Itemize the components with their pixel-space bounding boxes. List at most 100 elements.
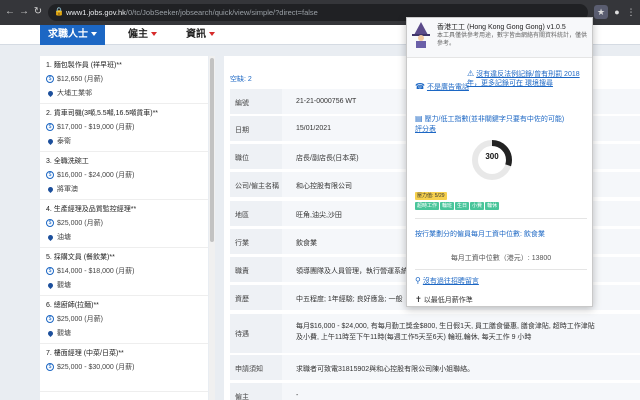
- salary-icon: $: [46, 267, 54, 276]
- detail-key: 職責: [230, 257, 282, 282]
- search-icon: ⚲: [415, 276, 421, 285]
- tag-chip: 小費: [470, 202, 485, 210]
- job-item[interactable]: 1. 麵包製作員 (祥早班)** $ $12,650 (月薪) 大埔工業邨: [40, 56, 208, 104]
- job-list-scrollbar[interactable]: [209, 56, 215, 400]
- caret-icon: [209, 32, 215, 37]
- salary-icon: $: [46, 75, 54, 84]
- detail-key: 職位: [230, 144, 282, 169]
- job-title[interactable]: 4. 生產經理及品質監控經理**: [46, 204, 202, 214]
- location-pin-icon: [46, 329, 55, 337]
- nav-label: 僱主: [128, 29, 148, 40]
- salary-icon: $: [46, 363, 54, 372]
- popup-header: 香港工工 (Hong Kong Gong Gong) v1.0.5 本工具僅供參…: [407, 18, 592, 58]
- menu-icon[interactable]: ⋮: [624, 5, 638, 19]
- nav-employers[interactable]: 僱主: [128, 25, 157, 45]
- tag-chip: 輪班: [440, 202, 455, 210]
- median-wage: 每月工資中位數（港元）: 13800: [450, 255, 552, 262]
- detail-key: 資歷: [230, 285, 282, 310]
- detail-value: 每月$16,000 - $24,000, 有每月勤工獎金$800, 生日假1天,…: [296, 323, 595, 341]
- popup-description: 本工具僅供參考用途，數字皆由網絡有關資料統計，僅供參考。: [437, 33, 588, 47]
- detail-key: 公司/僱主名稱: [230, 172, 282, 197]
- detail-value: 求職者可致電31815902與和心控股有限公司陳小姐聯絡。: [296, 366, 475, 373]
- job-salary: $25,000 (月薪): [57, 316, 103, 323]
- scrollbar-thumb[interactable]: [210, 58, 214, 242]
- nav-label: 資訊: [186, 29, 206, 40]
- reload-icon[interactable]: ↻: [32, 6, 44, 18]
- job-item[interactable]: 5. 採購文員 (餐飲業)** $ $14,000 - $18,000 (月薪) …: [40, 248, 208, 296]
- popup-title: 香港工工 (Hong Kong Gong Gong) v1.0.5: [437, 24, 566, 31]
- job-location: 大埔工業邨: [57, 90, 92, 97]
- caret-icon: [151, 32, 157, 37]
- salary-icon: $: [46, 315, 54, 324]
- extension-popup: 香港工工 (Hong Kong Gong Gong) v1.0.5 本工具僅供參…: [406, 17, 593, 307]
- detail-row: 申請須知 求職者可致電31815902與和心控股有限公司陳小姐聯絡。: [230, 355, 640, 381]
- job-title[interactable]: 7. 樓面經理 (中菜/日菜)**: [46, 348, 202, 358]
- job-item[interactable]: 3. 全職洗碗工 $ $16,000 - $24,000 (月薪) 將軍澳: [40, 152, 208, 200]
- no-history-text: 沒有過往招聘留言: [422, 278, 479, 285]
- salary-icon: $: [46, 171, 54, 180]
- tag-chip: 生日: [455, 202, 470, 210]
- job-location: 將軍澳: [57, 186, 78, 193]
- wizard-logo-icon: [412, 22, 430, 48]
- job-item[interactable]: 4. 生產經理及品質監控經理** $ $25,000 (月薪) 油塘: [40, 200, 208, 248]
- salary-icon: $: [46, 219, 54, 228]
- extension-icon[interactable]: ★: [594, 5, 608, 19]
- chart-icon: ▤: [415, 114, 423, 123]
- job-title[interactable]: 2. 貨車司機(3噸,5.5噸,16.5噸貨車)**: [46, 108, 202, 118]
- job-item[interactable]: 6. 總廚師(拉麵)** $ $25,000 (月薪) 觀塘: [40, 296, 208, 344]
- back-icon[interactable]: ←: [4, 6, 16, 18]
- detail-value: -: [296, 392, 299, 399]
- job-salary: $16,000 - $24,000 (月薪): [57, 172, 135, 179]
- job-salary: $25,000 (月薪): [57, 220, 103, 227]
- divider: [415, 218, 587, 219]
- job-title[interactable]: 3. 全職洗碗工: [46, 156, 202, 166]
- divider: [415, 269, 587, 270]
- nav-label: 求職人士: [48, 29, 88, 40]
- phone-icon: ☎: [415, 82, 425, 91]
- salary-icon: $: [46, 123, 54, 132]
- exploit-index: ▤ 壓力/低工指數(並非關鍵字只要有中佐的可能): [415, 114, 586, 124]
- industry-median-title: 按行業劃分的僱員每月工資中位數: 飲食業: [415, 231, 545, 238]
- location-pin-icon: [46, 233, 55, 241]
- location-pin-icon: [46, 281, 55, 289]
- violation-record[interactable]: ⚠ 沒有違反法例記錄/曾有刑罰 2018年，更多記錄可在 環境搜尋: [467, 69, 586, 88]
- advert-text: 不是廣告電話: [426, 84, 469, 91]
- job-salary: $25,000 - $30,000 (月薪): [57, 364, 135, 371]
- detail-key: 日期: [230, 116, 282, 141]
- job-title[interactable]: 6. 總廚師(拉麵)**: [46, 300, 202, 310]
- min-wage-text: 以最低月薪作準: [423, 297, 473, 304]
- score-table-link[interactable]: 評分表: [415, 124, 586, 134]
- detail-key: 僱主: [230, 383, 282, 400]
- no-history[interactable]: ⚲ 沒有過往招聘留言: [415, 276, 586, 286]
- lock-icon: 🔒: [54, 7, 64, 16]
- job-title[interactable]: 1. 麵包製作員 (祥早班)**: [46, 60, 202, 70]
- job-location: 觀塘: [57, 282, 71, 289]
- nav-info[interactable]: 資訊: [186, 25, 215, 45]
- location-pin-icon: [46, 89, 55, 97]
- detail-row: 待遇 每月$16,000 - $24,000, 有每月勤工獎金$800, 生日假1…: [230, 314, 640, 354]
- location-pin-icon: [46, 185, 55, 193]
- vacancy-count: 空缺: 2: [230, 76, 252, 83]
- tag-chip: 壓力值: 5/29: [415, 192, 447, 200]
- job-item[interactable]: 7. 樓面經理 (中菜/日菜)** $ $25,000 - $30,000 (月薪…: [40, 344, 208, 392]
- warning-icon: ⚠: [467, 69, 475, 78]
- job-list: 1. 麵包製作員 (祥早班)** $ $12,650 (月薪) 大埔工業邨 2. …: [40, 56, 208, 400]
- detail-key: 編號: [230, 89, 282, 114]
- caret-icon: [91, 32, 97, 37]
- detail-key: 地區: [230, 201, 282, 226]
- nav-jobseekers[interactable]: 求職人士: [40, 25, 105, 45]
- violation-text: 沒有違反法例記錄/曾有刑罰 2018年，更多記錄可在 環境搜尋: [467, 71, 580, 87]
- job-item[interactable]: 2. 貨車司機(3噸,5.5噸,16.5噸貨車)** $ $17,000 - $1…: [40, 104, 208, 152]
- job-salary: $17,000 - $19,000 (月薪): [57, 124, 135, 131]
- forward-icon[interactable]: →: [18, 6, 30, 18]
- job-salary: $12,650 (月薪): [57, 76, 103, 83]
- pin-icon: ✝: [415, 295, 422, 304]
- min-wage-note: ✝ 以最低月薪作準: [415, 295, 586, 305]
- tag-list: 壓力值: 5/29 超時工作 輪班 生日 小費 輪休: [415, 192, 590, 212]
- job-location: 泰衛: [57, 138, 71, 145]
- detail-key: 待遇: [230, 314, 282, 353]
- profile-icon[interactable]: ●: [610, 5, 624, 19]
- job-salary: $14,000 - $18,000 (月薪): [57, 268, 135, 275]
- exploit-title: 壓力/低工指數(並非關鍵字只要有中佐的可能): [424, 116, 565, 123]
- job-title[interactable]: 5. 採購文員 (餐飲業)**: [46, 252, 202, 262]
